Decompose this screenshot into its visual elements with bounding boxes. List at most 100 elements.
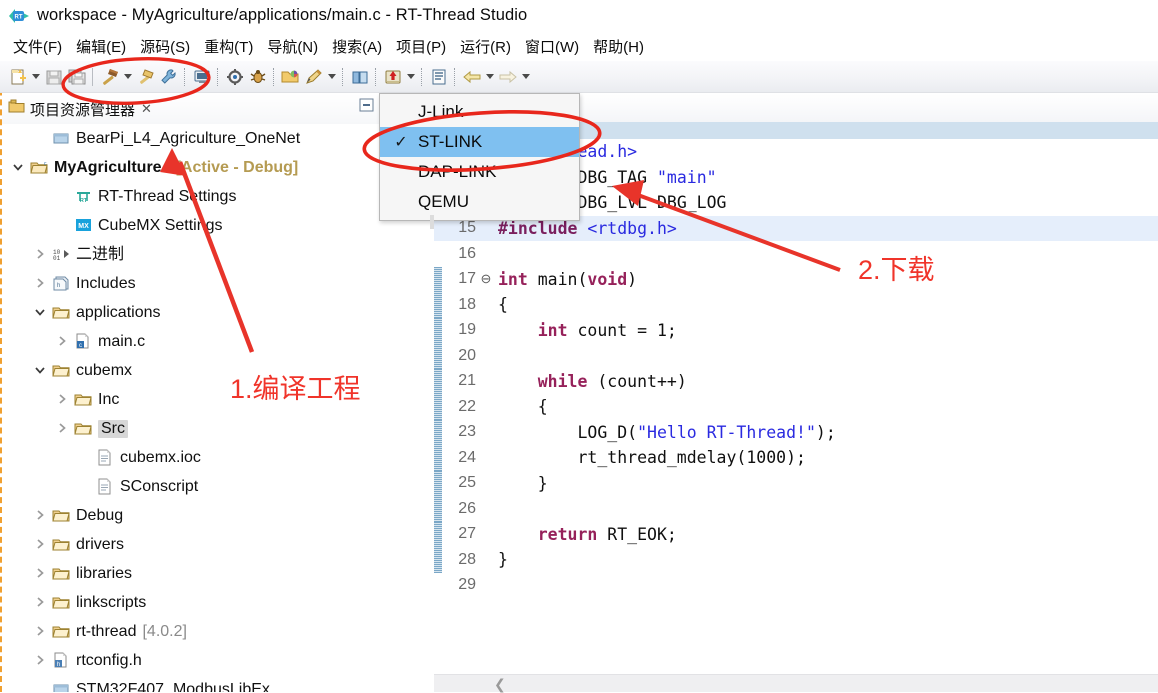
dropdown-item-jlink[interactable]: J-Link <box>380 97 579 127</box>
menu-help[interactable]: 帮助(H) <box>586 34 651 59</box>
chevron-down-icon[interactable] <box>34 305 50 321</box>
download-program-button[interactable] <box>381 65 404 89</box>
tree-item-libraries[interactable]: libraries <box>2 559 432 588</box>
dropdown-item-stlink[interactable]: ✓ ST-LINK <box>380 127 579 157</box>
debug-button[interactable] <box>246 65 269 89</box>
code-line[interactable]: 27 return RT_EOK; <box>434 521 1158 547</box>
tree-item-linkscripts[interactable]: linkscripts <box>2 588 432 617</box>
tree-item-includes[interactable]: h Includes <box>2 269 432 298</box>
tree-item-rt-thread[interactable]: rt-thread [4.0.2] <box>2 617 432 646</box>
flash-download-dropdown[interactable] <box>325 65 338 89</box>
tree-item-cubemx[interactable]: cubemx <box>2 356 432 385</box>
dropdown-item-qemu[interactable]: QEMU <box>380 187 579 217</box>
code-line[interactable]: 24 rt_thread_mdelay(1000); <box>434 445 1158 471</box>
chevron-right-icon[interactable] <box>34 508 50 524</box>
tree-item-sconscript[interactable]: SConscript <box>2 472 432 501</box>
chevron-right-icon[interactable] <box>34 276 50 292</box>
collapse-all-icon[interactable] <box>358 97 375 118</box>
code-line[interactable]: 23 LOG_D("Hello RT-Thread!"); <box>434 419 1158 445</box>
chevron-right-icon[interactable] <box>34 247 50 263</box>
chevron-down-icon[interactable] <box>34 363 50 379</box>
tree-item-rtthread-settings[interactable]: RT RT-Thread Settings <box>2 182 432 211</box>
tree-item-src[interactable]: Src <box>2 414 432 443</box>
new-file-button[interactable] <box>6 65 29 89</box>
code-line[interactable]: 17 ⊖ int main(void) <box>434 266 1158 292</box>
tree-item-rtconfig-h[interactable]: h rtconfig.h <box>2 646 432 675</box>
back-dropdown[interactable] <box>483 65 496 89</box>
code-text: { <box>498 295 508 315</box>
tab-project-explorer[interactable]: 项目资源管理器 ✕ <box>2 94 152 124</box>
chevron-right-icon[interactable] <box>34 537 50 553</box>
open-resource-button[interactable] <box>279 65 302 89</box>
code-line[interactable]: 20 <box>434 343 1158 369</box>
rt-thread-logo-icon: RT <box>8 6 30 26</box>
tree-item-myagriculture-project[interactable]: c MyAgriculture [Active - Debug] <box>2 153 432 182</box>
code-line[interactable]: 21 while (count++) <box>434 368 1158 394</box>
dropdown-item-daplink[interactable]: DAP-LINK <box>380 157 579 187</box>
code-line[interactable]: 16 <box>434 241 1158 267</box>
clean-button[interactable] <box>134 65 157 89</box>
terminal-button[interactable] <box>190 65 213 89</box>
code-line[interactable]: 19 int count = 1; <box>434 317 1158 343</box>
forward-dropdown[interactable] <box>519 65 532 89</box>
code-text: return RT_EOK; <box>537 524 677 544</box>
forward-button[interactable] <box>496 65 519 89</box>
console-button[interactable] <box>427 65 450 89</box>
project-explorer-title: 项目资源管理器 <box>30 101 136 119</box>
menu-search[interactable]: 搜索(A) <box>325 34 389 59</box>
menu-window[interactable]: 窗口(W) <box>518 34 586 59</box>
tree-item-label: rt-thread <box>76 622 137 640</box>
tree-item-drivers[interactable]: drivers <box>2 530 432 559</box>
new-file-dropdown[interactable] <box>29 65 42 89</box>
close-icon[interactable]: ✕ <box>141 101 152 117</box>
book-button[interactable] <box>348 65 371 89</box>
build-settings-button[interactable] <box>157 65 180 89</box>
menu-navigate[interactable]: 导航(N) <box>260 34 325 59</box>
chevron-down-icon[interactable] <box>12 160 28 176</box>
tree-item-binaries[interactable]: 10 01 二进制 <box>2 240 432 269</box>
tree-item-applications[interactable]: applications <box>2 298 432 327</box>
chevron-right-icon[interactable] <box>34 624 50 640</box>
chevron-right-icon[interactable] <box>56 392 72 408</box>
chevron-right-icon[interactable] <box>34 566 50 582</box>
tree-item-debug[interactable]: Debug <box>2 501 432 530</box>
save-all-button[interactable] <box>65 65 88 89</box>
settings-button[interactable] <box>223 65 246 89</box>
scroll-left-chevron-icon[interactable]: ❮ <box>494 676 506 693</box>
editor-horizontal-scrollbar[interactable]: ❮ <box>434 674 1158 692</box>
menu-project[interactable]: 项目(P) <box>389 34 453 59</box>
menu-refactor[interactable]: 重构(T) <box>197 34 260 59</box>
menu-file[interactable]: 文件(F) <box>6 34 69 59</box>
menu-source[interactable]: 源码(S) <box>133 34 197 59</box>
chevron-right-icon[interactable] <box>56 421 72 437</box>
menu-edit[interactable]: 编辑(E) <box>69 34 133 59</box>
project-tree[interactable]: BearPi_L4_Agriculture_OneNet c MyAgricultu… <box>2 124 432 692</box>
code-line[interactable]: 28} <box>434 547 1158 573</box>
fold-toggle-icon[interactable]: ⊖ <box>480 271 492 287</box>
tree-item-stm32f407-modbuslibex[interactable]: STM32F407_ModbusLibEx <box>2 675 432 692</box>
tree-item-main-c[interactable]: c main.c <box>2 327 432 356</box>
download-program-dropdown[interactable] <box>404 65 417 89</box>
chevron-right-icon[interactable] <box>56 334 72 350</box>
build-button[interactable] <box>98 65 121 89</box>
build-dropdown[interactable] <box>121 65 134 89</box>
code-line[interactable]: 18{ <box>434 292 1158 318</box>
tree-item-cubemx-ioc[interactable]: cubemx.ioc <box>2 443 432 472</box>
save-button[interactable] <box>42 65 65 89</box>
flash-download-button[interactable] <box>302 65 325 89</box>
folder-icon <box>52 565 71 582</box>
back-button[interactable] <box>460 65 483 89</box>
code-line[interactable]: 25 } <box>434 470 1158 496</box>
menu-run[interactable]: 运行(R) <box>453 34 518 59</box>
code-line[interactable]: 26 <box>434 496 1158 522</box>
tree-item-bearpi-project[interactable]: BearPi_L4_Agriculture_OneNet <box>2 124 432 153</box>
chevron-down-icon <box>327 74 336 79</box>
debugger-dropdown-menu[interactable]: J-Link ✓ ST-LINK DAP-LINK QEMU <box>379 93 580 221</box>
occurrence-marker <box>434 521 442 547</box>
tree-item-inc[interactable]: Inc <box>2 385 432 414</box>
code-line[interactable]: 29 <box>434 573 1158 599</box>
tree-item-cubemx-settings[interactable]: MX CubeMX Settings <box>2 211 432 240</box>
code-line[interactable]: 22 { <box>434 394 1158 420</box>
chevron-right-icon[interactable] <box>34 595 50 611</box>
chevron-right-icon[interactable] <box>34 653 50 669</box>
